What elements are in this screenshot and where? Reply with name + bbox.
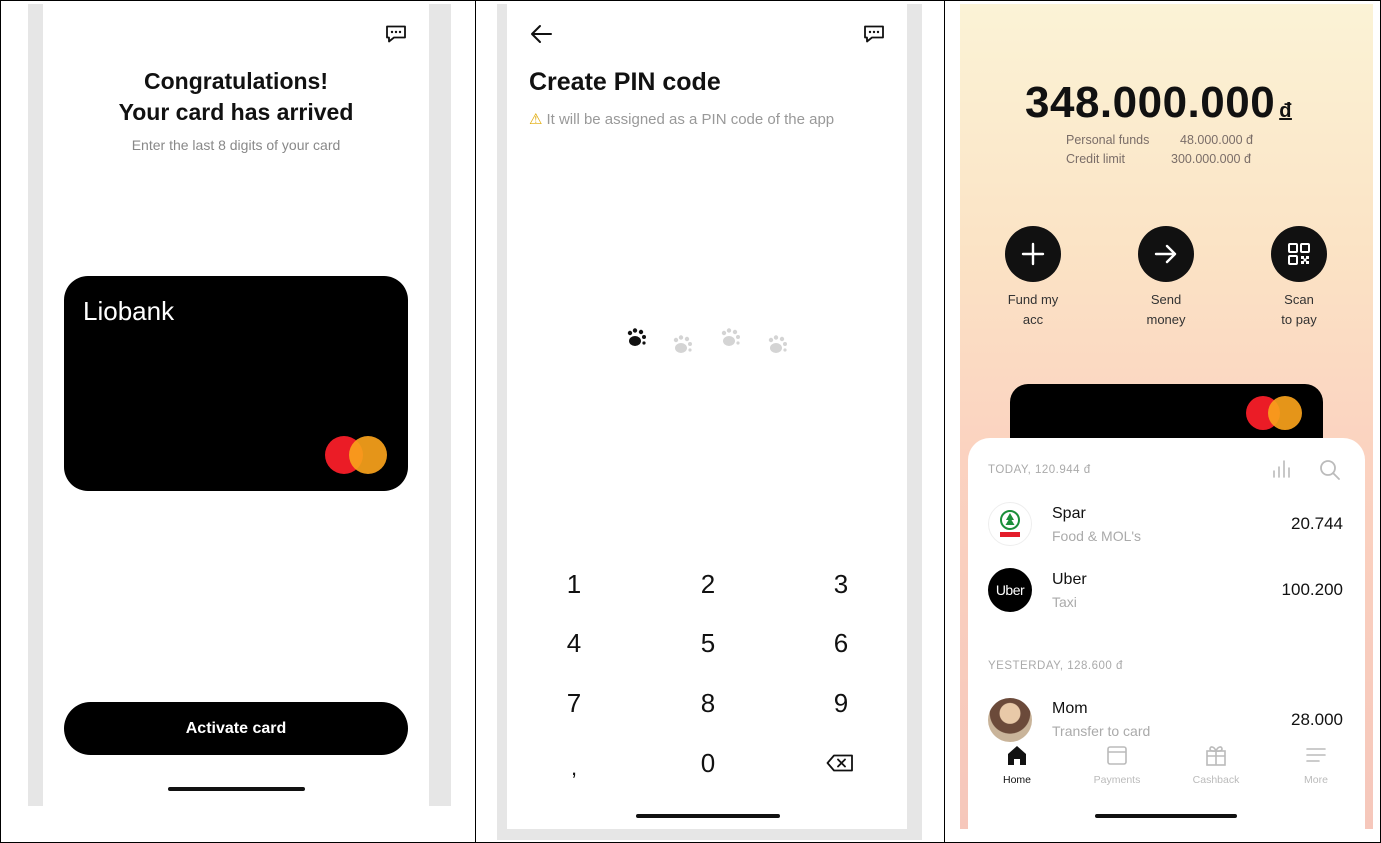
bank-card: Liobank bbox=[64, 276, 408, 491]
balance-currency: đ bbox=[1279, 100, 1292, 122]
transaction-name: Mom bbox=[1052, 700, 1088, 717]
paw-icon bbox=[721, 328, 740, 346]
fund-account-label: Fund my acc bbox=[1007, 292, 1059, 327]
search-icon[interactable] bbox=[1319, 459, 1341, 481]
transaction-category: Transfer to card bbox=[1052, 723, 1151, 739]
nav-more[interactable]: More bbox=[1281, 744, 1351, 786]
create-pin-phone: Create PIN code ⚠ It will be assigned as … bbox=[497, 4, 922, 840]
spar-logo bbox=[988, 502, 1032, 546]
send-money-label: Send money bbox=[1146, 292, 1186, 327]
personal-funds-label: Personal funds bbox=[1066, 133, 1150, 147]
frame-top-border bbox=[0, 0, 1381, 1]
frame-divider-1 bbox=[475, 0, 476, 843]
keypad-key-comma[interactable]: , bbox=[544, 748, 604, 788]
pin-note: ⚠ It will be assigned as a PIN code of th… bbox=[529, 110, 834, 128]
chat-icon[interactable] bbox=[385, 25, 407, 43]
nav-cashback-label: Cashback bbox=[1192, 774, 1240, 786]
keypad-key-1[interactable]: 1 bbox=[544, 564, 604, 604]
arrow-right-icon bbox=[1154, 244, 1177, 264]
backspace-icon[interactable] bbox=[826, 754, 854, 772]
personal-funds-value: 48.000.000 đ bbox=[1180, 133, 1253, 147]
keypad-key-7[interactable]: 7 bbox=[544, 683, 604, 723]
transaction-category: Food & MOL's bbox=[1052, 528, 1142, 544]
paw-icon bbox=[627, 328, 646, 346]
nav-payments[interactable]: Payments bbox=[1082, 744, 1152, 786]
section-header-yesterday: YESTERDAY, 128.600 đ bbox=[988, 660, 1123, 672]
transaction-name: Uber bbox=[1052, 571, 1087, 588]
credit-limit-value: 300.000.000 đ bbox=[1171, 152, 1251, 166]
transaction-amount: 100.200 bbox=[1281, 580, 1343, 599]
keypad-key-4[interactable]: 4 bbox=[544, 623, 604, 663]
bar-chart-icon[interactable] bbox=[1271, 459, 1293, 479]
paw-icon bbox=[768, 335, 787, 353]
nav-home[interactable]: Home bbox=[982, 744, 1052, 786]
keypad-key-9[interactable]: 9 bbox=[811, 683, 871, 723]
activate-card-screen: Congratulations! Your card has arrived E… bbox=[43, 4, 429, 806]
gift-icon bbox=[1206, 746, 1226, 766]
avatar bbox=[988, 698, 1032, 742]
activate-card-phone: Congratulations! Your card has arrived E… bbox=[28, 4, 451, 806]
keypad-key-3[interactable]: 3 bbox=[811, 564, 871, 604]
activate-card-button[interactable]: Activate card bbox=[64, 702, 408, 755]
menu-icon bbox=[1306, 748, 1326, 762]
keypad-key-8[interactable]: 8 bbox=[678, 683, 738, 723]
title-line-2: Your card has arrived bbox=[118, 99, 354, 125]
frame-left-border bbox=[0, 0, 1, 843]
balance-amount: 348.000.000 bbox=[1025, 78, 1276, 127]
title-line-1: Congratulations! bbox=[144, 68, 328, 94]
scan-to-pay-label: Scan to pay bbox=[1281, 292, 1317, 327]
plus-icon bbox=[1021, 242, 1045, 266]
home-indicator bbox=[168, 787, 305, 791]
nav-payments-label: Payments bbox=[1093, 774, 1141, 786]
fund-account-button[interactable] bbox=[1005, 226, 1061, 282]
home-indicator bbox=[1095, 814, 1237, 818]
mastercard-logo bbox=[325, 436, 387, 474]
send-money-button[interactable] bbox=[1138, 226, 1194, 282]
keypad-key-5[interactable]: 5 bbox=[678, 623, 738, 663]
credit-limit-label: Credit limit bbox=[1066, 152, 1126, 166]
card-brand: Liobank bbox=[83, 296, 175, 326]
transactions-sheet: TODAY, 120.944 đ Spar Food & MOL's 20.74… bbox=[968, 438, 1365, 829]
section-header-today: TODAY, 120.944 đ bbox=[988, 464, 1091, 476]
pin-note-text: It will be assigned as a PIN code of the… bbox=[546, 111, 835, 128]
balance: 348.000.000 đ bbox=[1025, 78, 1292, 128]
frame-divider-2 bbox=[944, 0, 945, 843]
warning-icon: ⚠ bbox=[529, 111, 543, 128]
wallet-icon bbox=[1107, 746, 1127, 765]
transaction-amount: 28.000 bbox=[1291, 710, 1343, 729]
transaction-category: Taxi bbox=[1052, 594, 1077, 610]
keypad-key-0[interactable]: 0 bbox=[678, 743, 738, 783]
subtitle: Enter the last 8 digits of your card bbox=[131, 137, 341, 153]
home-icon bbox=[1008, 746, 1026, 765]
keypad-key-6[interactable]: 6 bbox=[811, 623, 871, 663]
keypad-key-2[interactable]: 2 bbox=[678, 564, 738, 604]
qr-code-icon bbox=[1288, 243, 1310, 265]
nav-more-label: More bbox=[1304, 774, 1328, 786]
mastercard-logo bbox=[1246, 396, 1302, 430]
paw-icon bbox=[673, 335, 692, 353]
home-indicator bbox=[636, 814, 780, 818]
nav-home-label: Home bbox=[1002, 774, 1031, 786]
transaction-amount: 20.744 bbox=[1291, 514, 1343, 533]
create-pin-screen: Create PIN code ⚠ It will be assigned as … bbox=[507, 4, 907, 829]
page-title: Create PIN code bbox=[529, 68, 721, 96]
scan-to-pay-button[interactable] bbox=[1271, 226, 1327, 282]
home-screen: 348.000.000 đ Personal funds 48.000.000 đ… bbox=[960, 4, 1373, 829]
chat-icon[interactable] bbox=[863, 25, 885, 43]
uber-logo: Uber bbox=[988, 568, 1032, 612]
arrow-left-icon[interactable] bbox=[529, 23, 553, 45]
transaction-name: Spar bbox=[1052, 505, 1086, 522]
nav-cashback[interactable]: Cashback bbox=[1181, 744, 1251, 786]
